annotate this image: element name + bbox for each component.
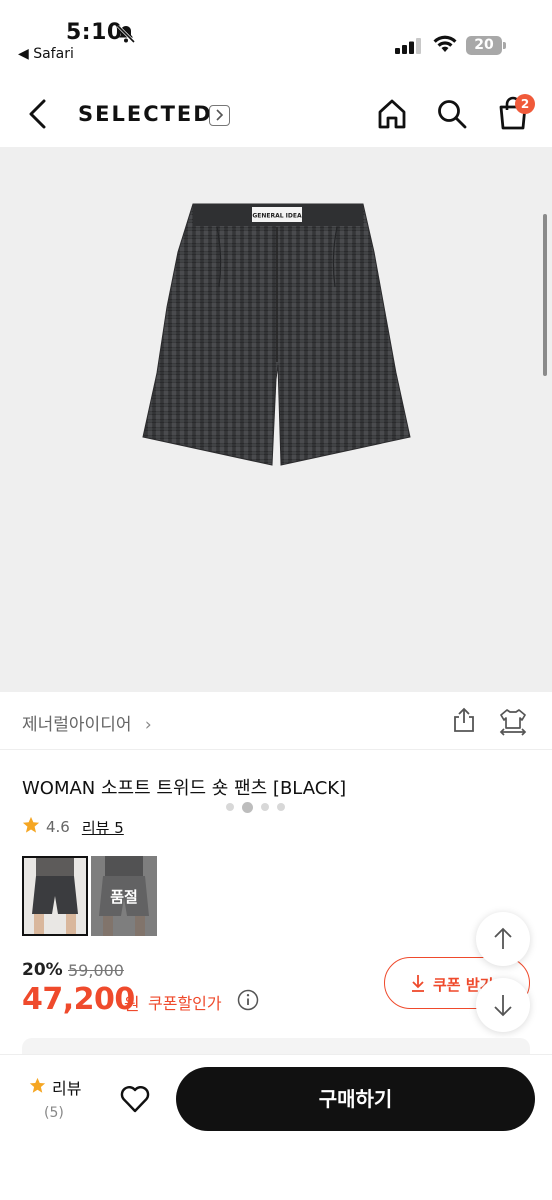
discount-rate: 20% — [22, 960, 63, 980]
garment-tag: GENERAL IDEA — [252, 213, 302, 220]
option-thumbnail-soldout[interactable]: 품절 — [91, 856, 157, 936]
product-image-gallery[interactable]: GENERAL IDEA — [0, 147, 552, 813]
star-icon — [22, 816, 40, 838]
review-link[interactable]: 리뷰 5 — [82, 817, 124, 838]
review-button[interactable]: 리뷰 — [52, 1075, 81, 1099]
coupon-price-note: 쿠폰할인가 — [148, 994, 222, 1013]
battery-cap — [503, 42, 506, 49]
original-price: 59,000 — [68, 961, 124, 980]
cart-count-badge: 2 — [515, 94, 535, 114]
brand-logo[interactable]: SELECTED — [78, 102, 213, 126]
back-arrow-icon[interactable] — [26, 98, 50, 134]
status-time: 5:10 — [66, 20, 123, 45]
gallery-dot[interactable] — [226, 803, 234, 811]
review-count: (5) — [44, 1105, 64, 1121]
star-icon — [29, 1077, 46, 1098]
scroll-top-button[interactable] — [476, 912, 530, 966]
gallery-dot-active[interactable] — [242, 801, 253, 813]
home-icon[interactable] — [376, 98, 408, 134]
search-icon[interactable] — [436, 98, 468, 134]
arrow-down-icon — [494, 995, 512, 1017]
currency-unit: 원 — [124, 995, 140, 1015]
brand-row: 제너럴아이디어 › — [0, 692, 552, 750]
wifi-icon — [432, 34, 458, 58]
chevron-right-icon[interactable] — [209, 105, 230, 126]
gallery-dot[interactable] — [261, 803, 269, 811]
arrow-up-icon — [494, 927, 512, 949]
status-bar: 5:10 ◀ Safari 20 — [0, 0, 552, 78]
rating-value: 4.6 — [46, 818, 70, 836]
info-icon[interactable] — [237, 989, 259, 1015]
scrollbar[interactable] — [543, 214, 547, 376]
soldout-label: 품절 — [91, 856, 157, 936]
app-header: SELECTED 2 — [0, 80, 552, 150]
heart-icon[interactable] — [120, 1085, 150, 1117]
bell-slash-icon — [116, 24, 136, 48]
option-thumbnail-selected[interactable] — [22, 856, 88, 936]
chevron-right-icon: › — [144, 715, 152, 735]
compare-icon[interactable] — [498, 706, 528, 740]
battery-level: 20 — [466, 36, 502, 55]
gallery-pagination — [226, 801, 285, 813]
brand-name: 제너럴아이디어 — [22, 715, 132, 735]
bottom-action-bar: 리뷰 (5) 구매하기 — [0, 1054, 552, 1200]
rating-row: 4.6 리뷰 5 — [22, 816, 124, 838]
gallery-dot[interactable] — [277, 803, 285, 811]
product-photo: GENERAL IDEA — [142, 203, 411, 466]
scroll-bottom-button[interactable] — [476, 978, 530, 1032]
brand-link[interactable]: 제너럴아이디어 › — [22, 710, 152, 735]
product-title: WOMAN 소프트 트위드 숏 팬츠 [BLACK] — [22, 778, 347, 799]
buy-button[interactable]: 구매하기 — [176, 1067, 535, 1131]
final-price: 47,200 — [22, 982, 135, 1017]
download-icon — [409, 973, 427, 997]
back-to-safari[interactable]: ◀ Safari — [18, 46, 74, 62]
signal-icon — [395, 38, 423, 58]
share-icon[interactable] — [450, 706, 478, 738]
